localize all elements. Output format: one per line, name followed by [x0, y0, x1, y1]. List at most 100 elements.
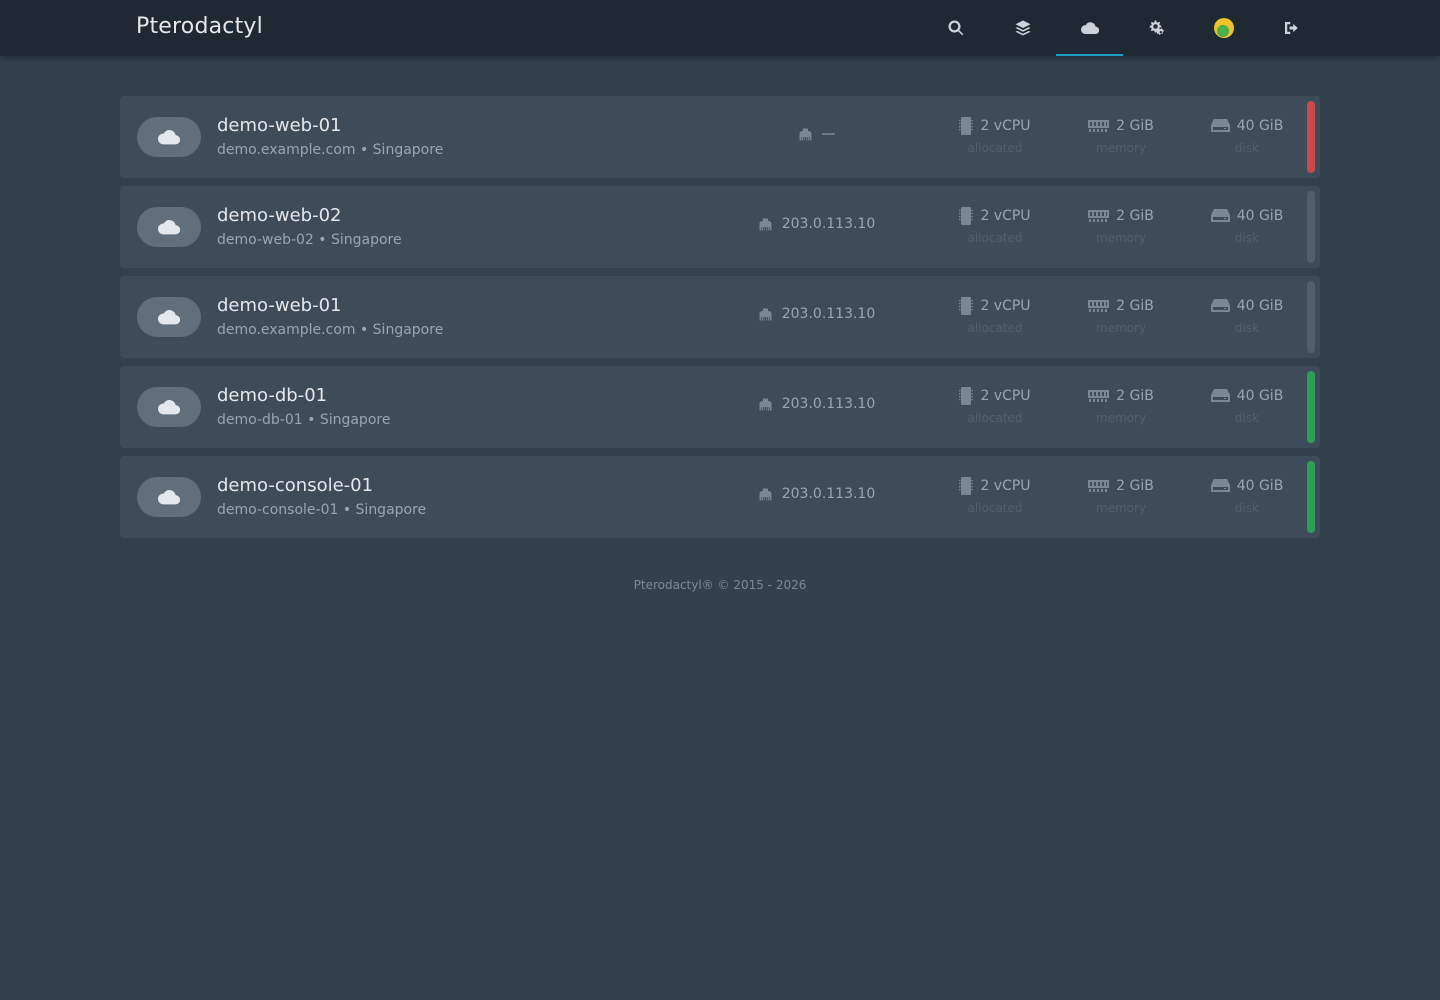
server-cpu: 2 vCPU allocated — [940, 476, 1050, 515]
server-memory-label: memory — [1095, 411, 1147, 425]
server-avatar — [137, 477, 201, 517]
memory-icon — [1088, 390, 1110, 402]
microchip-icon — [959, 477, 974, 495]
server-ip: 203.0.113.10 — [750, 216, 882, 232]
cloud-icon — [158, 220, 180, 235]
nav-layers[interactable] — [989, 0, 1056, 56]
server-cpu-label: allocated — [967, 231, 1023, 245]
server-disk-label: disk — [1234, 501, 1260, 515]
cloud-icon — [158, 490, 180, 505]
server-description: demo-db-01 • Singapore — [217, 412, 391, 428]
cloud-icon — [158, 130, 180, 145]
server-disk-label: disk — [1234, 321, 1260, 335]
server-name: demo-web-02 — [217, 205, 342, 226]
server-memory: 2 GiB memory — [1066, 476, 1176, 515]
nav-search[interactable] — [922, 0, 989, 56]
server-name: demo-web-01 — [217, 115, 342, 136]
server-memory-label: memory — [1095, 321, 1147, 335]
server-memory-label: memory — [1095, 501, 1147, 515]
hdd-icon — [1210, 479, 1230, 492]
nav-account[interactable] — [1190, 0, 1257, 56]
server-avatar — [137, 207, 201, 247]
server-cpu-value: 2 vCPU — [980, 208, 1031, 224]
top-navbar: Pterodactyl — [0, 0, 1440, 56]
server-memory-label: memory — [1095, 141, 1147, 155]
server-description: demo-console-01 • Singapore — [217, 502, 427, 518]
server-memory-label: memory — [1095, 231, 1147, 245]
server-memory-value: 2 GiB — [1116, 208, 1154, 224]
server-description: demo-web-02 • Singapore — [217, 232, 402, 248]
server-description: demo.example.com • Singapore — [217, 322, 444, 338]
nav-admin[interactable] — [1123, 0, 1190, 56]
hdd-icon — [1210, 209, 1230, 222]
server-memory-value: 2 GiB — [1116, 118, 1154, 134]
cloud-icon — [1080, 22, 1099, 35]
hdd-icon — [1210, 119, 1230, 132]
server-disk-value: 40 GiB — [1236, 388, 1284, 404]
server-cpu-label: allocated — [967, 501, 1023, 515]
server-disk-label: disk — [1234, 231, 1260, 245]
server-disk: 40 GiB disk — [1192, 386, 1302, 425]
cloud-icon — [158, 310, 180, 325]
ethernet-icon — [759, 398, 772, 410]
status-indicator — [1307, 281, 1315, 353]
server-description: demo.example.com • Singapore — [217, 142, 444, 158]
search-icon — [947, 20, 963, 36]
sign-out-icon — [1284, 22, 1298, 34]
layers-icon — [1015, 20, 1030, 36]
server-disk-label: disk — [1234, 141, 1260, 155]
server-cpu-value: 2 vCPU — [980, 478, 1031, 494]
server-cpu: 2 vCPU allocated — [940, 386, 1050, 425]
server-row[interactable]: demo-db-01 demo-db-01 • Singapore 203.0.… — [120, 366, 1320, 448]
server-avatar — [137, 297, 201, 337]
status-indicator — [1307, 371, 1315, 443]
server-ip: 203.0.113.10 — [750, 396, 882, 412]
server-disk: 40 GiB disk — [1192, 296, 1302, 335]
server-row[interactable]: demo-web-02 demo-web-02 • Singapore 203.… — [120, 186, 1320, 268]
ethernet-icon — [759, 218, 772, 230]
server-row[interactable]: demo-web-01 demo.example.com • Singapore… — [120, 96, 1320, 178]
server-row[interactable]: demo-console-01 demo-console-01 • Singap… — [120, 456, 1320, 538]
server-memory-value: 2 GiB — [1116, 388, 1154, 404]
cogs-icon — [1149, 20, 1164, 35]
server-ip-address: 203.0.113.10 — [781, 396, 876, 412]
server-cpu-label: allocated — [967, 321, 1023, 335]
microchip-icon — [959, 117, 974, 135]
server-cpu-value: 2 vCPU — [980, 298, 1031, 314]
microchip-icon — [959, 297, 974, 315]
avatar — [1213, 18, 1234, 38]
server-name: demo-console-01 — [217, 475, 374, 496]
server-cpu: 2 vCPU allocated — [940, 296, 1050, 335]
ethernet-icon — [799, 128, 811, 140]
microchip-icon — [959, 387, 974, 405]
server-ip-address: 203.0.113.10 — [781, 216, 876, 232]
memory-icon — [1088, 480, 1110, 492]
server-avatar — [137, 387, 201, 427]
server-disk: 40 GiB disk — [1192, 116, 1302, 155]
server-row[interactable]: demo-web-01 demo.example.com • Singapore… — [120, 276, 1320, 358]
server-ip-address: 203.0.113.10 — [781, 486, 876, 502]
status-indicator — [1307, 461, 1315, 533]
server-memory: 2 GiB memory — [1066, 116, 1176, 155]
status-indicator — [1307, 191, 1315, 263]
server-ip: — — [750, 126, 882, 142]
server-disk-value: 40 GiB — [1236, 208, 1284, 224]
server-disk-value: 40 GiB — [1236, 478, 1284, 494]
server-name: demo-web-01 — [217, 295, 342, 316]
nav-links — [922, 0, 1324, 56]
microchip-icon — [959, 207, 974, 225]
server-ip: 203.0.113.10 — [750, 486, 882, 502]
hdd-icon — [1210, 389, 1230, 402]
server-disk: 40 GiB disk — [1192, 476, 1302, 515]
ethernet-icon — [759, 488, 772, 500]
cloud-icon — [158, 400, 180, 415]
nav-servers[interactable] — [1056, 0, 1123, 56]
brand-logo[interactable]: Pterodactyl — [136, 14, 263, 39]
server-cpu: 2 vCPU allocated — [940, 116, 1050, 155]
server-ip-address: 203.0.113.10 — [781, 306, 876, 322]
memory-icon — [1088, 210, 1110, 222]
nav-logout[interactable] — [1257, 0, 1324, 56]
status-indicator — [1307, 101, 1315, 173]
server-memory-value: 2 GiB — [1116, 298, 1154, 314]
server-disk-value: 40 GiB — [1236, 118, 1284, 134]
